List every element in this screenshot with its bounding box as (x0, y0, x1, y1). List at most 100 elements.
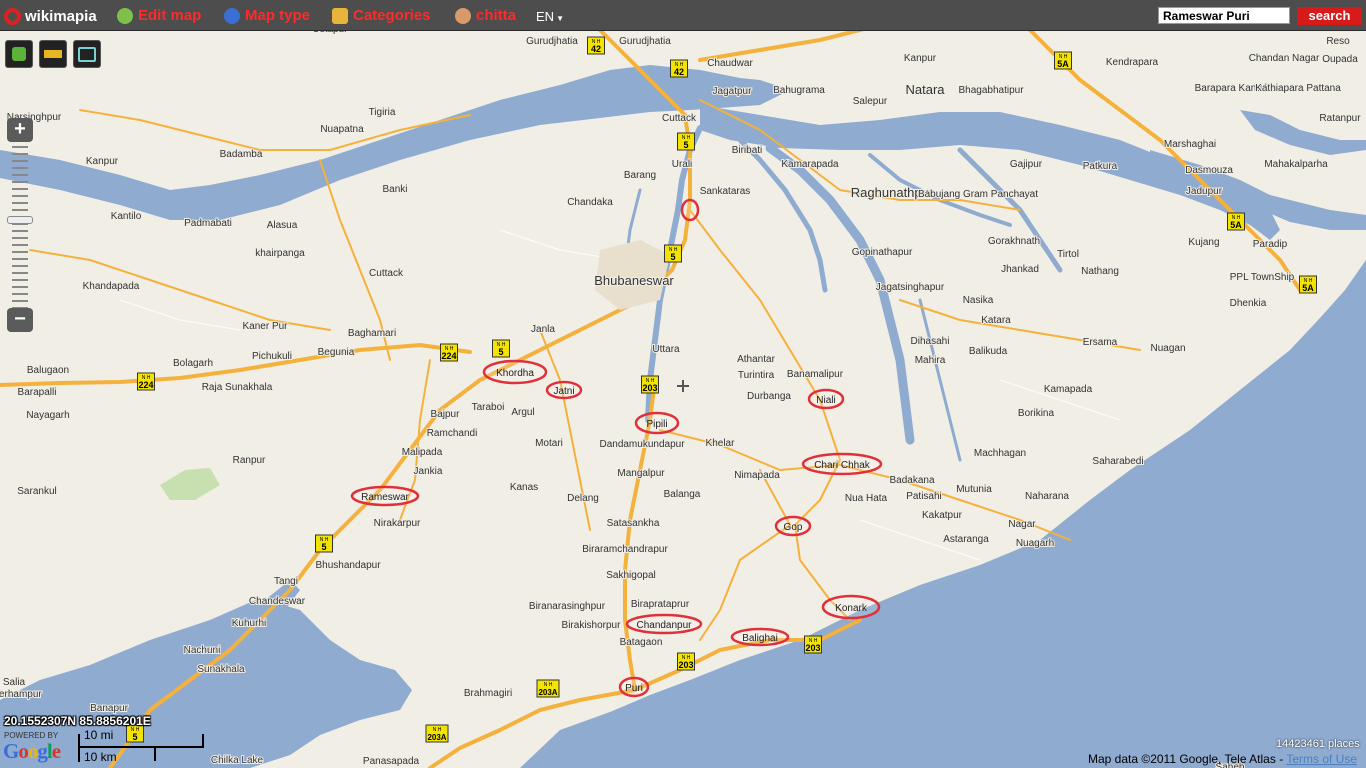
place-label: Kuhurhi (232, 618, 266, 629)
place-label: Biranarasinghpur (529, 601, 606, 612)
place-label: Chilka Lake (211, 755, 264, 766)
highway-shield: N H5A (1227, 212, 1245, 231)
place-label: Gorakhnath (988, 236, 1040, 247)
place-label: Patkura (1083, 161, 1118, 172)
place-label: Kakatpur (922, 510, 963, 521)
highway-shield: N H203 (804, 635, 822, 654)
map-center-crosshair-icon (677, 380, 689, 392)
place-label: Delang (567, 493, 599, 504)
place-label: Nachuni (184, 645, 221, 656)
place-label: Mahira (915, 355, 946, 366)
place-label: Mutunia (956, 484, 992, 495)
compass-icon (224, 7, 240, 24)
wikimapia-logo[interactable]: wikimapia (4, 6, 97, 26)
place-label: Jadupur (1186, 186, 1223, 197)
highway-shield: N H5 (664, 244, 682, 263)
place-label: Astaranga (943, 534, 989, 545)
user-menu[interactable]: chitta (455, 7, 516, 24)
attribution-text: Map data ©2011 Google, Tele Atlas - (1088, 752, 1287, 766)
edit-map-menu[interactable]: Edit map (117, 7, 201, 24)
google-logo[interactable]: Google (3, 739, 61, 764)
highlighted-place-label: Konark (835, 603, 868, 614)
place-label: Sakhigopal (606, 570, 655, 581)
top-toolbar: wikimapia Edit map Map type Categories c… (0, 0, 1366, 31)
language-label: EN (536, 9, 555, 24)
add-place-icon (12, 47, 26, 61)
zoom-slider-handle[interactable] (7, 216, 33, 224)
add-place-tool-button[interactable] (5, 40, 33, 68)
place-label: Uttara (652, 344, 680, 355)
place-label: Nayagarh (26, 410, 69, 421)
place-label: Kujang (1188, 237, 1219, 248)
place-label: Nuapatna (320, 124, 364, 135)
place-label: Kaner Pur (242, 321, 288, 332)
user-icon (455, 7, 471, 24)
search-button[interactable]: search (1297, 7, 1362, 25)
highway-number: 203A (538, 688, 557, 697)
highway-number: 42 (674, 67, 684, 77)
highway-shield: N H5A (1054, 51, 1072, 70)
place-label: Nua Hata (845, 493, 888, 504)
zoom-slider-track[interactable] (12, 146, 28, 308)
place-label: Kanas (510, 482, 538, 493)
place-label: Saharabedi (1092, 456, 1143, 467)
highway-shield: N H5A (1299, 275, 1317, 294)
highway-number: 224 (138, 380, 153, 390)
search-input[interactable] (1158, 7, 1290, 24)
place-label: Tangi (274, 576, 298, 587)
place-label: Brahmagiri (464, 688, 512, 699)
place-label: Badamba (220, 149, 263, 160)
place-label: Nirakarpur (374, 518, 421, 529)
place-label: PPL TownShip (1230, 272, 1295, 283)
place-label: Khelar (706, 438, 736, 449)
highway-number: 5A (1230, 220, 1242, 230)
language-selector[interactable]: EN ▼ (536, 9, 564, 24)
place-label: Tirtol (1057, 249, 1079, 260)
place-label: Chandaka (567, 197, 613, 208)
place-label: Balugaon (27, 365, 69, 376)
place-label: Borikina (1018, 408, 1055, 419)
place-label: Patisahi (906, 491, 942, 502)
place-label: Oupada (1322, 54, 1358, 65)
place-label: Banapur (90, 703, 128, 714)
place-label: Gopinathapur (852, 247, 913, 258)
place-label: Biraprataprur (631, 599, 690, 610)
highway-shield: N H203 (641, 375, 659, 394)
highlighted-place-label: Puri (625, 683, 643, 694)
categories-menu[interactable]: Categories (332, 7, 431, 24)
map-scale-bar: 10 mi 10 km (78, 726, 204, 766)
highlighted-place-label: Niali (816, 395, 835, 406)
place-label: Naharana (1025, 491, 1069, 502)
highlight-ellipse[interactable] (680, 198, 700, 222)
place-label: Begunia (318, 347, 355, 358)
zoom-out-button[interactable]: − (7, 308, 33, 332)
place-label: Bajpur (431, 409, 461, 420)
place-label: Jagatpur (713, 86, 753, 97)
highway-shield: N H224 (137, 372, 155, 391)
place-label: Nuagan (1150, 343, 1185, 354)
map-type-label: Map type (245, 7, 311, 24)
place-label: Babujang Gram Panchayat (918, 189, 1038, 200)
place-label: Cuttack (662, 113, 697, 124)
place-label: Dandamukundapur (599, 439, 685, 450)
place-label: Chandeswar (249, 596, 306, 607)
highway-number: 203 (805, 643, 820, 653)
highway-number: 5 (498, 347, 503, 357)
highlighted-place-label: Rameswar (361, 492, 409, 503)
comment-tool-button[interactable] (73, 40, 101, 68)
place-label: Pichukuli (252, 351, 292, 362)
place-label: Argul (511, 407, 534, 418)
place-label: Salia (3, 677, 26, 688)
highway-number: 203 (678, 660, 693, 670)
place-label: khairpanga (255, 248, 305, 259)
zoom-in-button[interactable]: + (7, 118, 33, 142)
place-label: Marshaghai (1164, 139, 1216, 150)
highway-shield: N H224 (440, 343, 458, 362)
place-label: Nagar (1008, 519, 1036, 530)
ruler-tool-button[interactable] (39, 40, 67, 68)
terms-of-use-link[interactable]: Terms of Use (1286, 752, 1357, 766)
place-label: Nuagarh (1016, 538, 1054, 549)
map-type-menu[interactable]: Map type (224, 7, 310, 24)
place-label: Panasapada (363, 756, 420, 767)
place-label: Durbanga (747, 391, 791, 402)
